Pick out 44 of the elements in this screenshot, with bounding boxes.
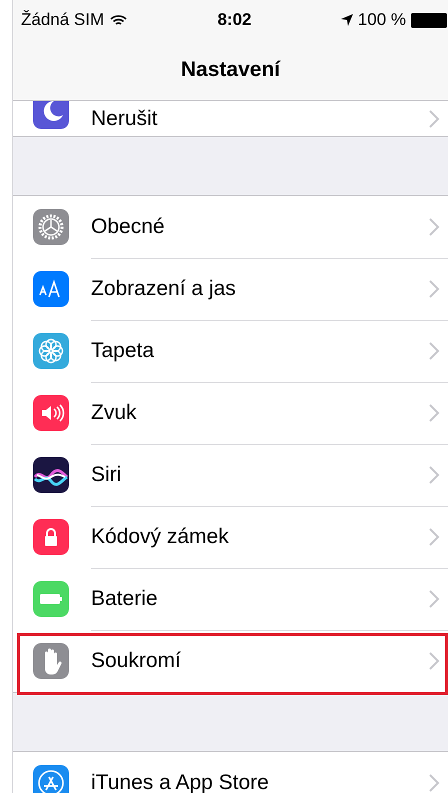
settings-row[interactable]: Kódový zámek <box>13 506 448 568</box>
row-label: Baterie <box>91 586 159 610</box>
flower-icon <box>33 333 69 369</box>
settings-row[interactable]: Nerušit <box>13 101 448 136</box>
row-label: Obecné <box>91 214 166 238</box>
speaker-icon <box>33 395 69 431</box>
wifi-icon <box>110 14 128 26</box>
battery-icon <box>33 581 69 617</box>
chevron-icon <box>429 466 440 484</box>
chevron-icon <box>429 110 440 128</box>
row-label: Zobrazení a jas <box>91 276 237 300</box>
gear-icon <box>33 209 69 245</box>
chevron-icon <box>429 652 440 670</box>
battery-icon <box>410 12 448 28</box>
location-arrow-icon <box>340 13 354 27</box>
chevron-icon <box>429 280 440 298</box>
battery-percent: 100 % <box>358 10 406 30</box>
settings-row[interactable]: Baterie <box>13 568 448 630</box>
chevron-icon <box>429 590 440 608</box>
clock-text: 8:02 <box>217 10 252 29</box>
text-size-icon <box>33 271 69 307</box>
chevron-icon <box>429 528 440 546</box>
settings-row[interactable]: Obecné <box>13 196 448 258</box>
settings-row[interactable]: Zvuk <box>13 382 448 444</box>
settings-row[interactable]: Tapeta <box>13 320 448 382</box>
row-label: Zvuk <box>91 400 138 424</box>
row-label: Soukromí <box>91 649 182 673</box>
settings-row[interactable]: Soukromí <box>13 630 448 692</box>
row-label: Tapeta <box>91 338 156 362</box>
siri-icon <box>33 457 69 493</box>
carrier-text: Žádná SIM <box>21 10 104 30</box>
chevron-icon <box>429 404 440 422</box>
settings-row[interactable]: Zobrazení a jas <box>13 258 448 320</box>
row-label: Siri <box>91 462 122 486</box>
row-label: Nerušit <box>91 106 159 130</box>
lock-icon <box>33 519 69 555</box>
chevron-icon <box>429 218 440 236</box>
settings-row[interactable]: iTunes a App Store <box>13 752 448 793</box>
row-label: Kódový zámek <box>91 524 230 548</box>
chevron-icon <box>429 342 440 360</box>
row-label: iTunes a App Store <box>91 771 270 793</box>
hand-icon <box>33 643 69 679</box>
settings-row[interactable]: Siri <box>13 444 448 506</box>
screen-title: Nastavení <box>180 58 280 82</box>
